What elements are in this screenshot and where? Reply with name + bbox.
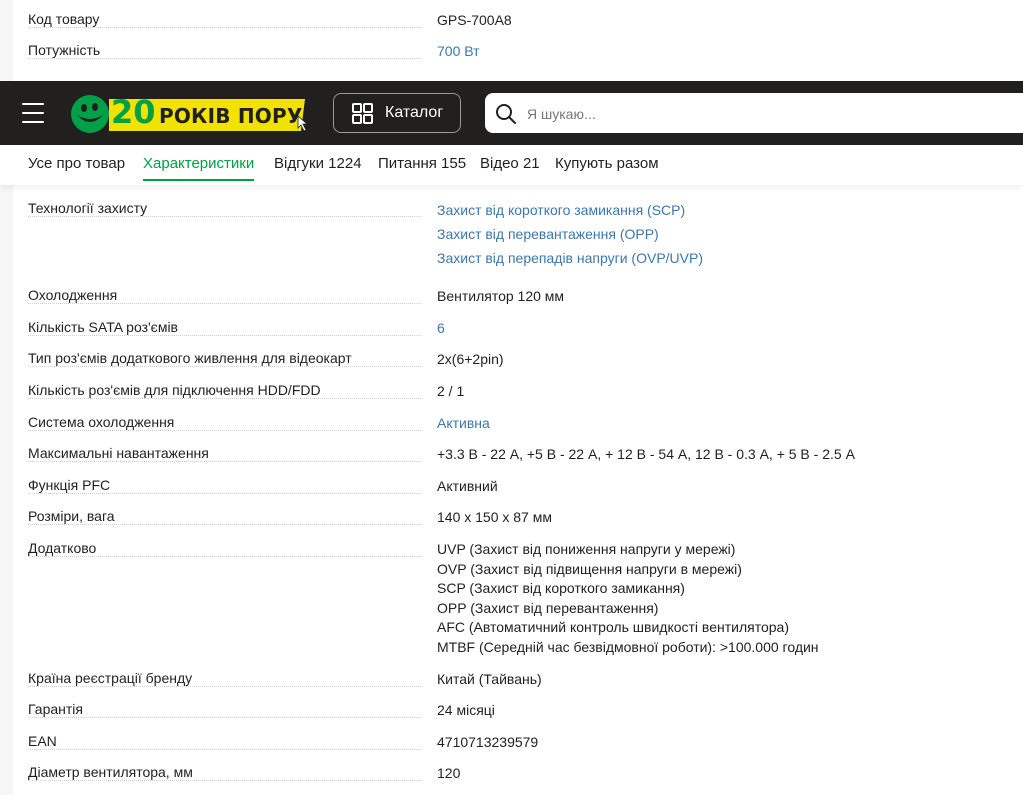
spec-value: Вентилятор 120 мм [437, 288, 565, 304]
spec-value: GPS-700A8 [437, 12, 512, 28]
spec-label: Функція PFC [28, 477, 421, 497]
spec-label: Країна реєстрації бренду [28, 670, 421, 690]
site-header: 20 РОКІВ ПОРУЧ Каталог [0, 81, 1023, 145]
logo-number: 20 [111, 93, 156, 131]
product-tabs: Усе про товар Характеристики Відгуки 122… [0, 145, 1023, 185]
tab-questions[interactable]: Питання 155 [378, 155, 466, 172]
spec-value: Активний [437, 478, 498, 494]
search-icon[interactable] [495, 103, 517, 125]
search-input[interactable] [525, 93, 1009, 135]
spec-value-link[interactable]: Захист від перепадів напруги (OVP/UVP) [437, 244, 1017, 272]
logo-text: РОКІВ ПОРУЧ [159, 104, 319, 128]
spec-label: Кількість SATA роз'ємів [28, 319, 421, 339]
spec-label: Максимальні навантаження [28, 445, 421, 465]
spec-value: 140 x 150 x 87 мм [437, 509, 552, 525]
spec-value: +3.3 В - 22 А, +5 В - 22 А, + 12 В - 54 … [437, 446, 855, 462]
tab-bought-together[interactable]: Купують разом [555, 155, 659, 172]
spec-label: Розміри, вага [28, 508, 421, 528]
spec-value: 2 / 1 [437, 383, 465, 399]
spec-label: Тип роз'ємів додаткового живлення для ві… [28, 350, 421, 370]
tab-all-about[interactable]: Усе про товар [28, 155, 125, 172]
spec-label: Охолодження [28, 287, 421, 307]
spec-value: OPP (Захист від перевантаження) [437, 599, 659, 616]
spec-label: Код товару [28, 11, 421, 31]
logo[interactable]: 20 РОКІВ ПОРУЧ [69, 93, 319, 135]
spec-label: Діаметр вентилятора, мм [28, 764, 421, 784]
spec-label: EAN [28, 733, 421, 753]
tab-characteristics[interactable]: Характеристики [143, 155, 255, 181]
spec-label: Потужність [28, 42, 421, 62]
spec-value: Китай (Тайвань) [437, 671, 542, 687]
spec-label: Додатково [28, 540, 421, 560]
spec-value: 24 місяці [437, 702, 495, 718]
spec-value: SCP (Захист від короткого замикання) [437, 580, 685, 596]
search-bar [485, 93, 1023, 135]
spec-value: OVP (Захист від підвищення напруги в мер… [437, 560, 742, 577]
catalog-label: Каталог [385, 104, 444, 121]
spec-value: 2x(6+2pin) [437, 351, 504, 367]
spec-label: Гарантія [28, 701, 421, 721]
spec-value: 4710713239579 [437, 734, 539, 750]
menu-icon[interactable] [22, 103, 44, 123]
spec-value-link[interactable]: Активна [437, 414, 1017, 434]
catalog-button[interactable]: Каталог [333, 93, 461, 133]
spec-value: 120 [437, 765, 461, 781]
spec-value: AFC (Автоматичний контроль швидкості вен… [437, 619, 789, 635]
spec-value-link[interactable]: 700 Вт [437, 42, 1017, 62]
tab-reviews[interactable]: Відгуки 1224 [274, 155, 362, 172]
grid-icon [352, 103, 373, 124]
tab-video[interactable]: Відео 21 [480, 155, 540, 172]
spec-value: MTBF (Середній час безвідмовної роботи):… [437, 638, 819, 655]
spec-value: UVP (Захист від пониження напруги у мере… [437, 541, 736, 557]
spec-label: Система охолодження [28, 414, 421, 434]
spec-value-link[interactable]: 6 [437, 319, 1017, 339]
spec-label: Технології захисту [28, 200, 421, 220]
spec-label: Кількість роз'ємів для підключення HDD/F… [28, 382, 421, 402]
